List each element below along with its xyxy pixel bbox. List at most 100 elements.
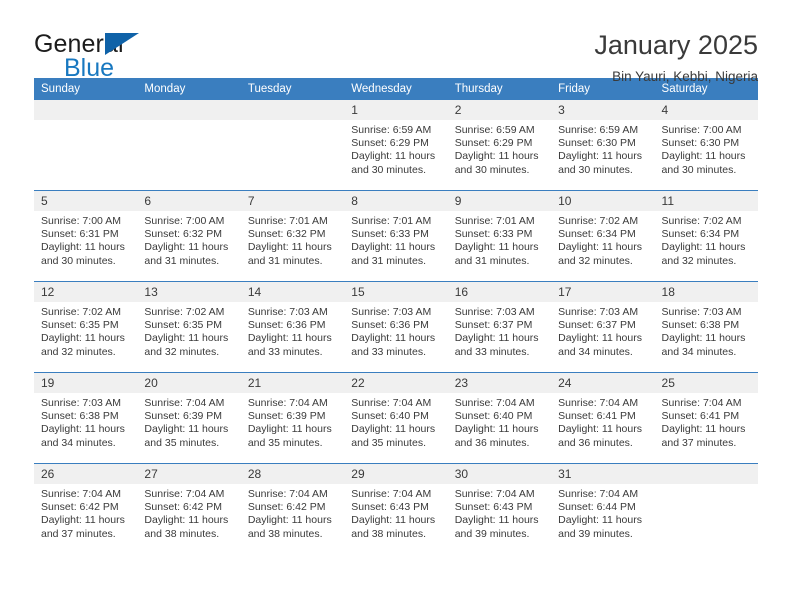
calendar-day-cell[interactable]: 10 Sunrise: 7:02 AM Sunset: 6:34 PM Dayligh… (551, 190, 655, 282)
day-sun-details: Sunrise: 7:04 AM Sunset: 6:40 PM Daylight:… (344, 393, 447, 450)
detail-sunrise: Sunrise: 7:00 AM (41, 215, 121, 227)
calendar-day-cell[interactable]: 8 Sunrise: 7:01 AM Sunset: 6:33 PM Daylight… (344, 190, 448, 282)
day-cell-inner: 21 Sunrise: 7:04 AM Sunset: 6:39 PM Dayligh… (240, 373, 345, 463)
detail-sunrise: Sunrise: 7:00 AM (144, 215, 225, 227)
detail-sunset: Sunset: 6:29 PM (351, 137, 429, 150)
detail-daylight-line1: Daylight: 11 hours (247, 514, 332, 527)
detail-sunset: Sunset: 6:40 PM (454, 410, 533, 423)
calendar-day-cell[interactable]: 31 Sunrise: 7:04 AM Sunset: 6:44 PM Dayligh… (551, 463, 655, 554)
calendar-day-cell[interactable]: 2 Sunrise: 6:59 AM Sunset: 6:29 PM Daylight… (447, 100, 552, 191)
day-sun-details: Sunrise: 7:04 AM Sunset: 6:43 PM Daylight:… (448, 484, 551, 541)
day-number: 29 (344, 464, 448, 484)
day-number (240, 100, 345, 120)
detail-sunset: Sunset: 6:41 PM (558, 410, 636, 423)
calendar-day-cell[interactable]: 27 Sunrise: 7:04 AM Sunset: 6:42 PM Dayligh… (137, 463, 241, 554)
detail-daylight-line2: and 33 minutes. (247, 345, 323, 358)
detail-sunrise: Sunrise: 7:04 AM (661, 397, 742, 409)
detail-sunset: Sunset: 6:40 PM (351, 410, 429, 423)
calendar-day-cell[interactable]: 4 Sunrise: 7:00 AM Sunset: 6:30 PM Daylight… (654, 100, 758, 191)
detail-daylight-line2: and 32 minutes. (41, 345, 116, 358)
calendar-day-cell-empty (240, 100, 345, 191)
calendar-day-cell[interactable]: 25 Sunrise: 7:04 AM Sunset: 6:41 PM Dayligh… (654, 372, 758, 464)
calendar-day-cell[interactable]: 22 Sunrise: 7:04 AM Sunset: 6:40 PM Dayligh… (344, 372, 448, 464)
day-sun-details: Sunrise: 6:59 AM Sunset: 6:29 PM Daylight:… (448, 120, 551, 177)
detail-sunset: Sunset: 6:43 PM (351, 501, 429, 514)
day-sun-details: Sunrise: 7:04 AM Sunset: 6:39 PM Daylight:… (137, 393, 240, 450)
calendar-day-cell[interactable]: 3 Sunrise: 6:59 AM Sunset: 6:30 PM Daylight… (551, 100, 655, 191)
detail-daylight-line2: and 34 minutes. (41, 436, 116, 449)
detail-sunset: Sunset: 6:39 PM (144, 410, 223, 423)
day-sun-details: Sunrise: 7:02 AM Sunset: 6:35 PM Daylight:… (34, 302, 137, 359)
day-number: 9 (447, 191, 552, 211)
weekday-header-wednesday: Wednesday (344, 78, 448, 100)
detail-daylight-line2: and 31 minutes. (144, 254, 220, 267)
day-number: 30 (447, 464, 552, 484)
detail-sunrise: Sunrise: 7:03 AM (41, 397, 121, 409)
detail-sunset: Sunset: 6:38 PM (661, 319, 740, 332)
day-cell-inner: 2 Sunrise: 6:59 AM Sunset: 6:29 PM Daylight… (447, 100, 552, 190)
detail-sunrise: Sunrise: 7:02 AM (558, 215, 639, 227)
calendar-day-cell[interactable]: 9 Sunrise: 7:01 AM Sunset: 6:33 PM Daylight… (447, 190, 552, 282)
calendar-day-cell[interactable]: 21 Sunrise: 7:04 AM Sunset: 6:39 PM Dayligh… (240, 372, 345, 464)
detail-daylight-line1: Daylight: 11 hours (558, 241, 642, 254)
detail-daylight-line2: and 35 minutes. (144, 436, 220, 449)
day-cell-inner: 16 Sunrise: 7:03 AM Sunset: 6:37 PM Dayligh… (447, 282, 552, 372)
calendar-day-cell[interactable]: 12 Sunrise: 7:02 AM Sunset: 6:35 PM Dayligh… (34, 281, 138, 373)
day-sun-details: Sunrise: 7:02 AM Sunset: 6:34 PM Daylight:… (551, 211, 654, 268)
detail-sunset: Sunset: 6:37 PM (454, 319, 533, 332)
detail-sunrise: Sunrise: 7:04 AM (144, 397, 225, 409)
calendar-day-cell[interactable]: 5 Sunrise: 7:00 AM Sunset: 6:31 PM Daylight… (34, 190, 138, 282)
day-sun-details: Sunrise: 7:03 AM Sunset: 6:37 PM Daylight:… (448, 302, 551, 359)
detail-sunset: Sunset: 6:34 PM (661, 228, 740, 241)
calendar-day-cell[interactable]: 19 Sunrise: 7:03 AM Sunset: 6:38 PM Dayligh… (34, 372, 138, 464)
detail-daylight-line2: and 33 minutes. (454, 345, 530, 358)
calendar-day-cell[interactable]: 28 Sunrise: 7:04 AM Sunset: 6:42 PM Dayligh… (240, 463, 345, 554)
detail-sunset: Sunset: 6:41 PM (661, 410, 740, 423)
day-number: 15 (344, 282, 448, 302)
calendar-day-cell[interactable]: 29 Sunrise: 7:04 AM Sunset: 6:43 PM Dayligh… (344, 463, 448, 554)
calendar-day-cell[interactable]: 24 Sunrise: 7:04 AM Sunset: 6:41 PM Dayligh… (551, 372, 655, 464)
general-blue-logo[interactable]: General Blue (34, 28, 234, 86)
calendar-day-cell[interactable]: 11 Sunrise: 7:02 AM Sunset: 6:34 PM Dayligh… (654, 190, 758, 282)
detail-daylight-line2: and 36 minutes. (454, 436, 530, 449)
detail-daylight-line2: and 30 minutes. (41, 254, 116, 267)
detail-sunrise: Sunrise: 7:04 AM (41, 488, 121, 500)
calendar-day-cell[interactable]: 18 Sunrise: 7:03 AM Sunset: 6:38 PM Dayligh… (654, 281, 758, 373)
detail-sunrise: Sunrise: 6:59 AM (351, 124, 432, 136)
detail-daylight-line2: and 37 minutes. (41, 527, 116, 540)
day-cell-inner: 3 Sunrise: 6:59 AM Sunset: 6:30 PM Daylight… (551, 100, 655, 190)
calendar-day-cell[interactable]: 7 Sunrise: 7:01 AM Sunset: 6:32 PM Daylight… (240, 190, 345, 282)
detail-daylight-line1: Daylight: 11 hours (661, 150, 746, 163)
detail-sunrise: Sunrise: 7:03 AM (558, 306, 639, 318)
calendar-day-cell[interactable]: 15 Sunrise: 7:03 AM Sunset: 6:36 PM Dayligh… (344, 281, 448, 373)
day-sun-details: Sunrise: 7:04 AM Sunset: 6:42 PM Daylight:… (34, 484, 137, 541)
day-sun-details: Sunrise: 7:03 AM Sunset: 6:38 PM Daylight:… (655, 302, 758, 359)
calendar-day-cell[interactable]: 26 Sunrise: 7:04 AM Sunset: 6:42 PM Dayligh… (34, 463, 138, 554)
detail-sunset: Sunset: 6:35 PM (41, 319, 119, 332)
day-number: 21 (240, 373, 345, 393)
calendar-day-cell[interactable]: 13 Sunrise: 7:02 AM Sunset: 6:35 PM Dayligh… (137, 281, 241, 373)
day-cell-inner: 22 Sunrise: 7:04 AM Sunset: 6:40 PM Dayligh… (344, 373, 448, 463)
calendar-day-cell-empty (34, 100, 138, 191)
detail-daylight-line1: Daylight: 11 hours (41, 423, 125, 436)
calendar-day-cell[interactable]: 16 Sunrise: 7:03 AM Sunset: 6:37 PM Dayligh… (447, 281, 552, 373)
day-number: 5 (34, 191, 138, 211)
calendar-day-cell[interactable]: 20 Sunrise: 7:04 AM Sunset: 6:39 PM Dayligh… (137, 372, 241, 464)
calendar-table: Sunday Monday Tuesday Wednesday Thursday… (34, 78, 758, 554)
weekday-header-thursday: Thursday (447, 78, 552, 100)
calendar-day-cell[interactable]: 23 Sunrise: 7:04 AM Sunset: 6:40 PM Dayligh… (447, 372, 552, 464)
calendar-day-cell[interactable]: 6 Sunrise: 7:00 AM Sunset: 6:32 PM Daylight… (137, 190, 241, 282)
calendar-day-cell[interactable]: 1 Sunrise: 6:59 AM Sunset: 6:29 PM Daylight… (344, 100, 448, 191)
calendar-day-cell[interactable]: 17 Sunrise: 7:03 AM Sunset: 6:37 PM Dayligh… (551, 281, 655, 373)
detail-sunrise: Sunrise: 7:04 AM (247, 488, 328, 500)
day-cell-inner: 6 Sunrise: 7:00 AM Sunset: 6:32 PM Daylight… (137, 191, 241, 281)
detail-daylight-line2: and 30 minutes. (661, 163, 737, 176)
detail-sunrise: Sunrise: 7:01 AM (247, 215, 328, 227)
calendar-body: 1 Sunrise: 6:59 AM Sunset: 6:29 PM Daylight… (34, 100, 758, 554)
detail-sunset: Sunset: 6:37 PM (558, 319, 636, 332)
day-number: 10 (551, 191, 655, 211)
day-cell-inner: 4 Sunrise: 7:00 AM Sunset: 6:30 PM Daylight… (654, 100, 758, 190)
calendar-day-cell[interactable]: 30 Sunrise: 7:04 AM Sunset: 6:43 PM Dayligh… (447, 463, 552, 554)
day-number: 14 (240, 282, 345, 302)
calendar-day-cell[interactable]: 14 Sunrise: 7:03 AM Sunset: 6:36 PM Dayligh… (240, 281, 345, 373)
